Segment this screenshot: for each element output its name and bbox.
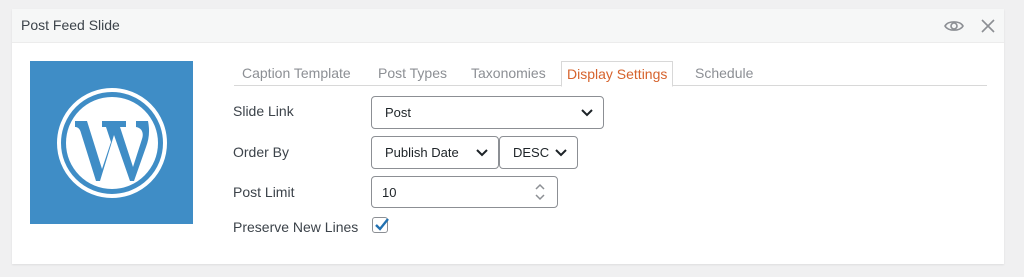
tab-schedule[interactable]: Schedule	[695, 61, 753, 85]
chevron-down-icon	[476, 148, 488, 156]
tab-post-types[interactable]: Post Types	[378, 61, 447, 85]
order-by-field-select[interactable]: Publish Date	[371, 136, 499, 169]
close-icon[interactable]	[977, 15, 999, 37]
checkmark-icon	[375, 218, 389, 231]
order-by-field-value: Publish Date	[385, 145, 459, 160]
panel-header: Post Feed Slide	[12, 9, 1004, 43]
preserve-new-lines-checkbox[interactable]	[372, 217, 389, 233]
number-spinner-icon[interactable]	[533, 181, 547, 203]
post-limit-label: Post Limit	[233, 184, 295, 200]
tab-taxonomies[interactable]: Taxonomies	[471, 61, 546, 85]
chevron-down-icon	[581, 108, 593, 116]
post-feed-slide-panel: Post Feed Slide Caption Template Post Ty…	[12, 9, 1004, 264]
eye-icon[interactable]	[943, 15, 965, 37]
slide-link-value: Post	[385, 105, 412, 120]
slide-link-select[interactable]: Post	[371, 96, 604, 129]
chevron-down-icon	[555, 148, 567, 156]
slide-link-label: Slide Link	[233, 103, 294, 119]
preserve-new-lines-label: Preserve New Lines	[233, 219, 359, 235]
post-limit-value: 10	[382, 184, 397, 200]
post-limit-input[interactable]: 10	[371, 176, 558, 208]
tab-caption-template[interactable]: Caption Template	[242, 61, 351, 85]
order-by-label: Order By	[233, 144, 290, 160]
tab-display-settings[interactable]: Display Settings	[561, 61, 674, 87]
panel-title: Post Feed Slide	[21, 17, 120, 33]
wordpress-logo-icon	[30, 61, 193, 224]
order-direction-select[interactable]: DESC	[499, 136, 578, 169]
order-direction-value: DESC	[513, 145, 550, 160]
settings-tabs: Caption Template Post Types Taxonomies D…	[234, 61, 987, 87]
